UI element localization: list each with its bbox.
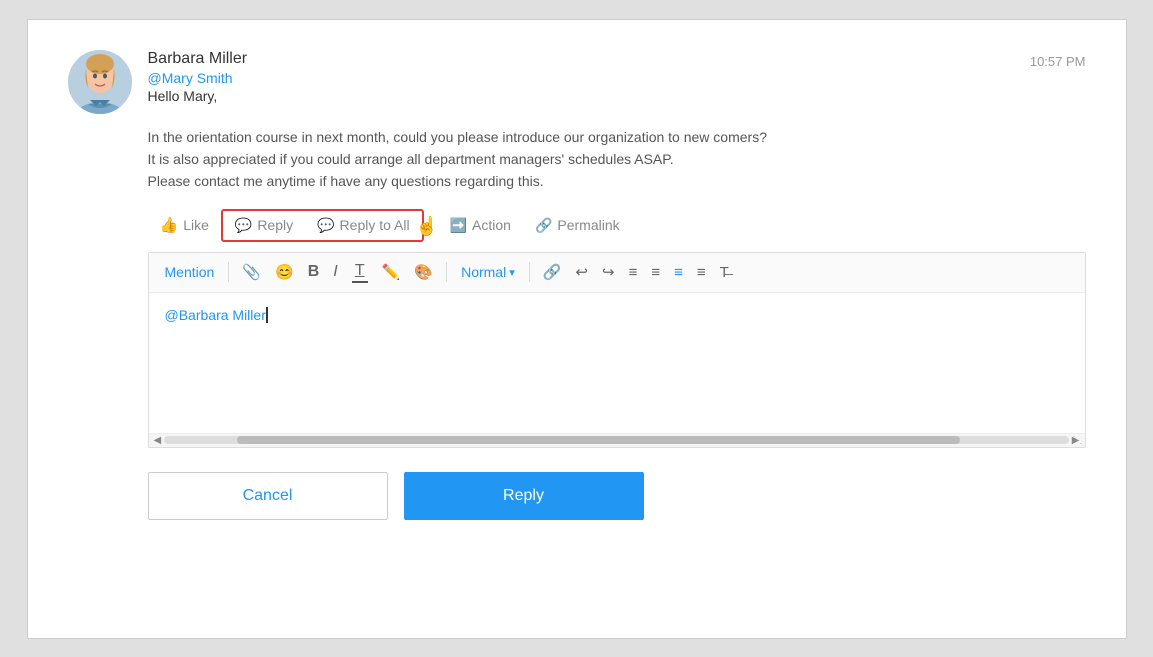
like-label: Like <box>183 217 209 233</box>
cancel-button[interactable]: Cancel <box>148 472 388 520</box>
mention-button[interactable]: Mention <box>159 261 221 283</box>
format-dropdown[interactable]: Normal ▾ <box>455 261 521 283</box>
link-icon: 🔗 <box>543 263 562 281</box>
email-header-left: Barbara Miller @Mary Smith Hello Mary, <box>68 50 248 114</box>
underline-icon: T <box>352 262 368 283</box>
reply-all-label: Reply to All <box>340 217 410 233</box>
reply-all-icon: 💬 <box>317 217 334 234</box>
unordered-list-icon: ≡ <box>629 264 638 281</box>
highlight-button[interactable]: ✏️ <box>377 260 406 284</box>
editor-toolbar: Mention 📎 😊 B I T ✏️ <box>149 253 1085 293</box>
action-icon: ➡️ <box>450 217 467 234</box>
greeting-text: Hello Mary, <box>148 88 248 104</box>
underline-button[interactable]: T <box>347 259 373 286</box>
redo-icon: ↪ <box>602 263 615 281</box>
dropdown-chevron-icon: ▾ <box>509 266 515 279</box>
action-button[interactable]: ➡️ Action <box>438 211 523 240</box>
cursor-icon: ☝️ <box>416 216 438 238</box>
highlight-icon: ✏️ <box>382 263 401 281</box>
ordered-list-icon: ≡ <box>651 264 660 281</box>
email-header: Barbara Miller @Mary Smith Hello Mary, 1… <box>68 50 1086 114</box>
scrollbar-thumb[interactable] <box>237 436 961 444</box>
format-label: Normal <box>461 264 506 280</box>
toolbar-divider-2 <box>446 262 447 282</box>
link-button[interactable]: 🔗 <box>538 260 567 284</box>
scrollbar-area: ◀ ▶ ⋱ <box>149 433 1085 447</box>
emoji-icon: 😊 <box>275 263 294 281</box>
action-bar: 👍 Like 💬 Reply 💬 Reply to All ☝️ ➡️ Acti… <box>148 209 1086 242</box>
color-icon: 🎨 <box>414 263 433 281</box>
redo-button[interactable]: ↪ <box>597 260 620 284</box>
toolbar-divider-3 <box>529 262 530 282</box>
align-left-icon: ≡ <box>674 264 683 281</box>
button-row: Cancel Reply <box>148 472 1086 520</box>
email-body: In the orientation course in next month,… <box>148 126 1086 193</box>
clear-format-button[interactable]: T̶ <box>715 261 734 284</box>
reply-group-highlight: 💬 Reply 💬 Reply to All <box>221 209 424 242</box>
text-cursor <box>266 307 268 323</box>
toolbar-divider-1 <box>228 262 229 282</box>
body-line-2: It is also appreciated if you could arra… <box>148 148 1086 170</box>
permalink-label: Permalink <box>557 217 619 233</box>
action-label: Action <box>472 217 511 233</box>
permalink-button[interactable]: 🔗 Permalink <box>523 211 632 240</box>
like-icon: 👍 <box>160 216 179 234</box>
undo-icon: ↩ <box>575 263 588 281</box>
sender-mention[interactable]: @Mary Smith <box>148 70 248 86</box>
align-right-button[interactable]: ≡ <box>692 261 711 284</box>
email-card: Barbara Miller @Mary Smith Hello Mary, 1… <box>27 19 1127 639</box>
scroll-left-icon[interactable]: ◀ <box>151 435 165 446</box>
sender-name: Barbara Miller <box>148 50 248 68</box>
unordered-list-button[interactable]: ≡ <box>624 261 643 284</box>
scrollbar-track[interactable] <box>164 436 1069 444</box>
align-left-button[interactable]: ≡ <box>669 261 688 284</box>
reply-icon: 💬 <box>235 217 252 234</box>
body-line-1: In the orientation course in next month,… <box>148 126 1086 148</box>
timestamp: 10:57 PM <box>1030 54 1086 69</box>
bold-button[interactable]: B <box>303 260 325 284</box>
like-button[interactable]: 👍 Like <box>148 210 221 240</box>
editor-wrapper: Mention 📎 😊 B I T ✏️ <box>148 252 1086 448</box>
reply-submit-button[interactable]: Reply <box>404 472 644 520</box>
edit-area[interactable]: @Barbara Miller <box>149 293 1085 433</box>
body-line-3: Please contact me anytime if have any qu… <box>148 170 1086 192</box>
color-button[interactable]: 🎨 <box>409 260 438 284</box>
clear-format-icon: T̶ <box>720 264 729 281</box>
align-right-icon: ≡ <box>697 264 706 281</box>
editor-mention: @Barbara Miller <box>165 307 266 323</box>
emoji-button[interactable]: 😊 <box>270 260 299 284</box>
attach-button[interactable]: 📎 <box>237 260 266 284</box>
bold-icon: B <box>308 263 320 281</box>
reply-label: Reply <box>257 217 293 233</box>
attach-icon: 📎 <box>242 263 261 281</box>
ordered-list-button[interactable]: ≡ <box>646 261 665 284</box>
sender-info: Barbara Miller @Mary Smith Hello Mary, <box>148 50 248 104</box>
resize-handle-icon[interactable]: ⋱ <box>1073 435 1085 447</box>
italic-icon: I <box>333 263 337 281</box>
reply-button[interactable]: 💬 Reply <box>223 211 305 240</box>
reply-all-button[interactable]: 💬 Reply to All <box>305 211 421 240</box>
italic-button[interactable]: I <box>328 260 342 284</box>
permalink-icon: 🔗 <box>535 217 552 234</box>
undo-button[interactable]: ↩ <box>570 260 593 284</box>
avatar <box>68 50 132 114</box>
